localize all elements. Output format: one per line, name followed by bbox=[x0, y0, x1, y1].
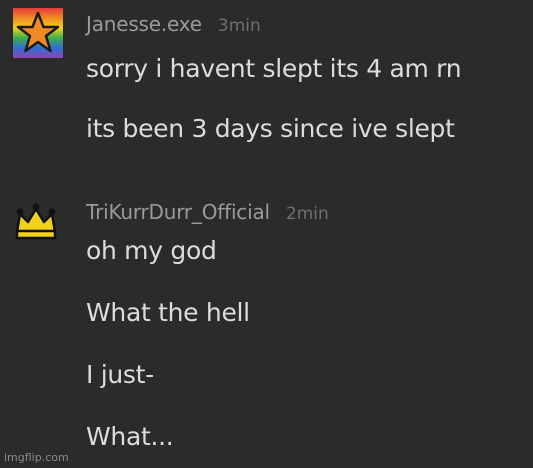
message-line: oh my god bbox=[86, 236, 217, 265]
message-line: I just- bbox=[86, 360, 154, 389]
message-line: its been 3 days since ive slept bbox=[86, 114, 455, 143]
author-line: TriKurrDurr_Official 2min bbox=[86, 200, 329, 224]
watermark: imgflip.com bbox=[4, 451, 69, 464]
rainbow-star-icon[interactable] bbox=[13, 8, 63, 58]
message-line: What the hell bbox=[86, 298, 250, 327]
author-line: Janesse.exe 3min bbox=[86, 12, 261, 36]
message-group-trikurrdurr: TriKurrDurr_Official 2min oh my god What … bbox=[0, 190, 533, 468]
timestamp: 3min bbox=[217, 16, 261, 36]
author-name[interactable]: TriKurrDurr_Official bbox=[86, 200, 270, 224]
chat-view: Janesse.exe 3min sorry i havent slept its… bbox=[0, 0, 533, 468]
timestamp: 2min bbox=[285, 204, 329, 224]
author-name[interactable]: Janesse.exe bbox=[86, 12, 202, 36]
crown-icon[interactable] bbox=[11, 198, 61, 248]
message-line: What... bbox=[86, 422, 174, 451]
message-line: sorry i havent slept its 4 am rn bbox=[86, 54, 462, 83]
message-group-janesse: Janesse.exe 3min sorry i havent slept its… bbox=[0, 0, 533, 170]
